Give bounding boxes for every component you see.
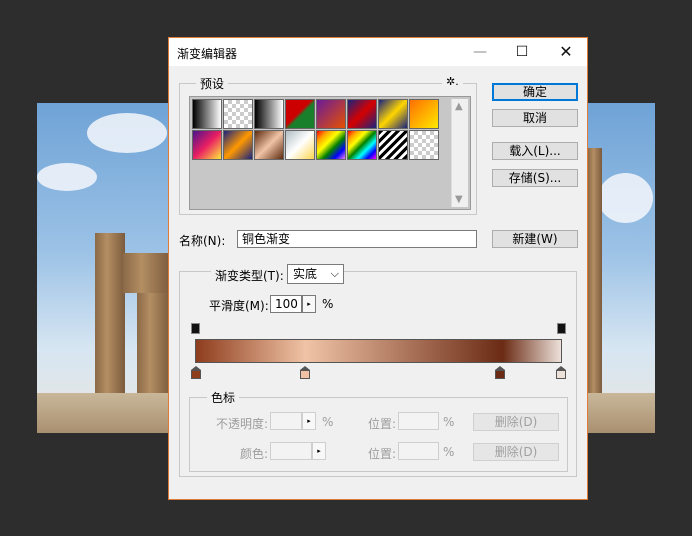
color-swatch[interactable] — [270, 442, 312, 460]
preset-swatch[interactable] — [347, 130, 377, 160]
preset-grid — [192, 99, 439, 160]
gradient-type-select[interactable]: 实底 ⌵ — [287, 264, 344, 284]
preset-swatch[interactable] — [192, 99, 222, 129]
gradient-editor-dialog: 渐变编辑器 — ☐ ✕ 预设 ✲. ▲ ▼ 确定 取消 载入(L)... 存储(… — [168, 37, 588, 500]
save-button[interactable]: 存储(S)... — [492, 169, 578, 187]
chevron-down-icon: ⌵ — [330, 267, 339, 280]
preset-swatch[interactable] — [409, 130, 439, 160]
preset-swatch[interactable] — [254, 130, 284, 160]
opacity-unit: % — [322, 415, 334, 429]
load-button[interactable]: 载入(L)... — [492, 142, 578, 160]
new-button[interactable]: 新建(W) — [492, 230, 578, 248]
preset-swatch[interactable] — [378, 130, 408, 160]
scroll-down-icon[interactable]: ▼ — [455, 194, 463, 205]
color-location-unit: % — [443, 445, 455, 459]
preset-swatch[interactable] — [223, 99, 253, 129]
opacity-input[interactable] — [270, 412, 302, 430]
gradient-preview-bar[interactable] — [195, 339, 562, 363]
color-label: 颜色: — [240, 447, 269, 461]
title-bar: 渐变编辑器 — ☐ ✕ — [169, 38, 587, 66]
presets-gear-icon[interactable]: ✲. — [442, 75, 463, 88]
preset-swatch[interactable] — [285, 130, 315, 160]
smoothness-label: 平滑度(M): — [209, 299, 269, 313]
smoothness-unit: % — [322, 297, 334, 311]
presets-label: 预设 — [196, 75, 229, 92]
color-location-label: 位置: — [368, 447, 397, 461]
delete-opacity-stop-button[interactable]: 删除(D) — [473, 413, 559, 431]
ok-button[interactable]: 确定 — [492, 83, 578, 101]
smoothness-stepper[interactable]: ▸ — [302, 295, 316, 313]
color-picker-arrow[interactable]: ▸ — [312, 442, 326, 460]
delete-color-stop-button[interactable]: 删除(D) — [473, 443, 559, 461]
preset-swatch[interactable] — [409, 99, 439, 129]
color-stop-4[interactable] — [556, 366, 566, 380]
background-photo-right — [588, 103, 655, 433]
gradient-type-value: 实底 — [293, 267, 318, 281]
preset-swatch[interactable] — [378, 99, 408, 129]
opacity-location-unit: % — [443, 415, 455, 429]
preset-swatch[interactable] — [347, 99, 377, 129]
dialog-title: 渐变编辑器 — [177, 47, 238, 61]
preset-swatch[interactable] — [192, 130, 222, 160]
preset-swatch[interactable] — [254, 99, 284, 129]
opacity-location-label: 位置: — [368, 417, 397, 431]
close-button[interactable]: ✕ — [555, 42, 577, 62]
background-photo-left — [37, 103, 170, 433]
preset-swatch[interactable] — [285, 99, 315, 129]
opacity-location-input[interactable] — [398, 412, 439, 430]
preset-swatch-panel: ▲ ▼ — [189, 96, 471, 210]
color-stop-3[interactable] — [495, 366, 505, 380]
smoothness-input[interactable]: 100 — [270, 295, 302, 313]
gradient-type-label: 渐变类型(T): — [211, 267, 288, 284]
name-input[interactable]: 铜色渐变 — [237, 230, 477, 248]
minimize-button[interactable]: — — [469, 42, 491, 62]
name-label: 名称(N): — [179, 234, 226, 248]
opacity-stepper[interactable]: ▸ — [302, 412, 316, 430]
color-stop-1[interactable] — [191, 366, 201, 380]
presets-scrollbar[interactable]: ▲ ▼ — [451, 99, 468, 207]
opacity-label: 不透明度: — [216, 417, 269, 431]
cancel-button[interactable]: 取消 — [492, 109, 578, 127]
opacity-stop-right[interactable] — [557, 323, 566, 334]
preset-swatch[interactable] — [316, 130, 346, 160]
color-stop-2[interactable] — [300, 366, 310, 380]
scroll-up-icon[interactable]: ▲ — [455, 101, 463, 112]
preset-swatch[interactable] — [223, 130, 253, 160]
maximize-button[interactable]: ☐ — [511, 42, 533, 62]
stops-group-label: 色标 — [207, 389, 240, 406]
opacity-stop-left[interactable] — [191, 323, 200, 334]
color-location-input[interactable] — [398, 442, 439, 460]
preset-swatch[interactable] — [316, 99, 346, 129]
